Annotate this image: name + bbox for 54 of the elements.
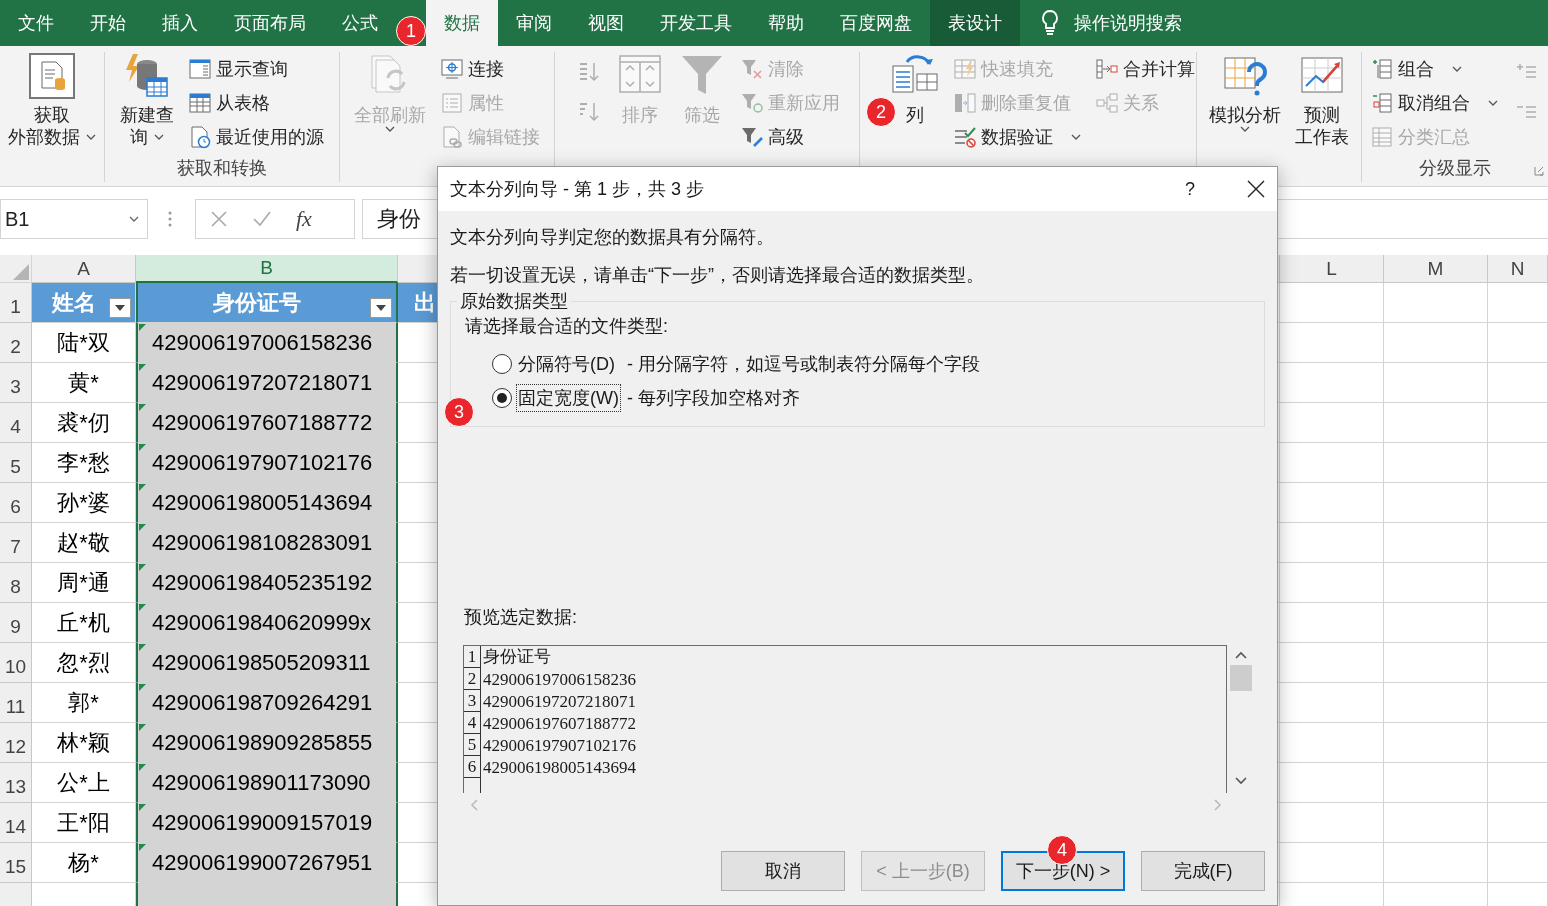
table-cell: 郭* <box>32 683 136 723</box>
id-number-text: 429006197006158236 <box>152 329 373 356</box>
group-label: 获取和转换 <box>177 158 267 178</box>
preview-row-number: 1 <box>464 646 481 668</box>
preview-text: 429006197207218071 <box>482 692 636 712</box>
header-text: 出 <box>414 288 436 317</box>
group-label: 分级显示 <box>1419 158 1491 178</box>
id-number-text: 429006198405235192 <box>152 569 373 596</box>
instruction-text: 若一切设置无误，请单击“下一步”，否则请选择最合适的数据类型。 <box>450 264 985 287</box>
table-cell: 李*愁 <box>32 443 136 483</box>
table-cell: 裘*仞 <box>32 403 136 443</box>
preview-row-number: 5 <box>464 734 481 756</box>
header-text: 姓名 <box>51 288 96 317</box>
table-cell: 孙*婆 <box>32 483 136 523</box>
preview-text: 429006198005143694 <box>482 758 636 778</box>
dialog-title: 文本分列向导 - 第 1 步，共 3 步 <box>450 178 706 201</box>
table-cell: 赵*敬 <box>32 523 136 563</box>
intro-text: 文本分列向导判定您的数据具有分隔符。 <box>450 226 775 249</box>
preview-label: 预览选定数据: <box>464 606 578 629</box>
table-cell: 杨* <box>32 843 136 883</box>
preview-row-number: 2 <box>464 668 481 690</box>
table-cell: 黄* <box>32 363 136 403</box>
id-number-text: 429006197607188772 <box>152 409 373 436</box>
id-number-text: 429006197207218071 <box>152 369 373 396</box>
id-number-text: 429006198108283091 <box>152 529 373 556</box>
preview-row-number: 3 <box>464 690 481 712</box>
table-cell: 王*阳 <box>32 803 136 843</box>
preview-text: 429006197907102176 <box>482 736 636 756</box>
table-cell: 周*通 <box>32 563 136 603</box>
id-number-text: 429006198005143694 <box>152 489 373 516</box>
header-text: 身份证号 <box>213 288 301 317</box>
table-cell: 丘*机 <box>32 603 136 643</box>
id-number-text: 429006198909285855 <box>152 729 373 756</box>
option-description: - 每列字段加空格对齐 <box>627 387 800 410</box>
preview-row-number: 6 <box>464 756 481 778</box>
table-cell: 陆*双 <box>32 323 136 363</box>
table-cell: 公*上 <box>32 763 136 803</box>
option-description: - 用分隔字符，如逗号或制表符分隔每个字段 <box>627 353 980 376</box>
preview-text: 429006197607188772 <box>482 714 636 734</box>
step-badge: 1 <box>396 16 426 46</box>
group-title: 原始数据类型 <box>457 289 571 313</box>
id-number-text: 429006199007267951 <box>152 849 373 876</box>
preview-row-number: 4 <box>464 712 481 734</box>
id-number-text: 429006198505209311 <box>152 649 371 676</box>
id-number-text: 429006197907102176 <box>152 449 373 476</box>
id-number-text: 429006199009157019 <box>152 809 373 836</box>
preview-text: 429006197006158236 <box>482 670 636 690</box>
id-number-text: 42900619840620999x <box>152 609 371 636</box>
id-number-text: 429006198901173090 <box>152 769 371 796</box>
table-cell: 林*颖 <box>32 723 136 763</box>
table-cell: 忽*烈 <box>32 643 136 683</box>
prompt-text: 请选择最合适的文件类型: <box>465 315 669 338</box>
preview-text: 身份证号 <box>482 646 551 668</box>
id-number-text: 429006198709264291 <box>152 689 373 716</box>
